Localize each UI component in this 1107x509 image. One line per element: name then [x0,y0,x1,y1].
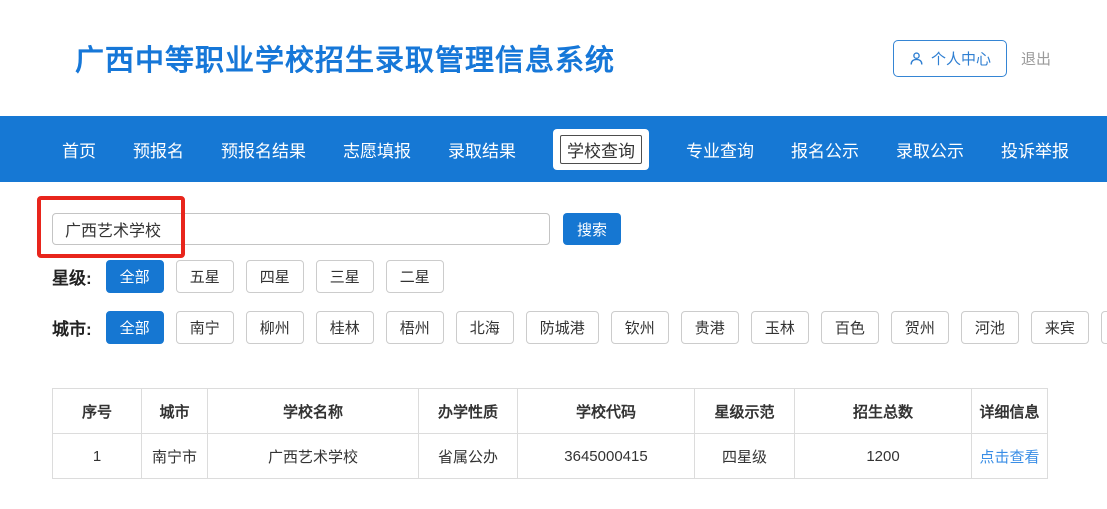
filter-chip[interactable]: 防城港 [526,311,599,344]
header: 广西中等职业学校招生录取管理信息系统 个人中心 退出 [0,0,1107,116]
filter-chip[interactable]: 钦州 [611,311,669,344]
table-header-cell: 城市 [142,389,208,434]
nav-item[interactable]: 录取结果 [448,137,516,162]
table-cell: 1200 [795,434,972,479]
table-cell: 南宁市 [142,434,208,479]
table-cell: 省属公办 [419,434,518,479]
nav-item[interactable]: 报名公示 [791,137,859,162]
user-icon [909,51,924,66]
filter-chip[interactable]: 三星 [316,260,374,293]
profile-center-button[interactable]: 个人中心 [893,40,1007,77]
results-table: 序号城市学校名称办学性质学校代码星级示范招生总数详细信息 1南宁市广西艺术学校省… [52,388,1048,479]
profile-center-label: 个人中心 [931,48,991,69]
search-row: 搜索 [52,213,1107,245]
nav-item-label: 学校查询 [560,135,642,164]
nav-item[interactable]: 首页 [62,137,96,162]
filter-chip[interactable]: 梧州 [386,311,444,344]
nav-item-label: 预报名 [133,142,184,161]
nav-item-label: 志愿填报 [343,142,411,161]
filter-chip[interactable]: 五星 [176,260,234,293]
table-header-cell: 办学性质 [419,389,518,434]
table-header-cell: 详细信息 [972,389,1048,434]
nav-item[interactable]: 投诉举报 [1001,137,1069,162]
nav-item-label: 录取结果 [448,142,516,161]
table-header-cell: 星级示范 [695,389,795,434]
table-header-row: 序号城市学校名称办学性质学校代码星级示范招生总数详细信息 [53,389,1048,434]
detail-link[interactable]: 点击查看 [979,449,1039,466]
nav-item[interactable]: 志愿填报 [343,137,411,162]
filter-chip[interactable]: 全部 [106,260,164,293]
filter-chip[interactable]: 桂林 [316,311,374,344]
nav-bar: 首页 预报名 预报名结果 志愿填报 录取结果 学校查询 专业查询 报名公示 录取公示 投诉举报 [0,116,1107,182]
city-filter-options: 全部南宁柳州桂林梧州北海防城港钦州贵港玉林百色贺州河池来宾崇左 [106,311,1107,344]
star-filter-label: 星级: [52,264,92,289]
filter-chip[interactable]: 柳州 [246,311,304,344]
search-button[interactable]: 搜索 [563,213,621,245]
star-filter-row: 星级: 全部五星四星三星二星 [52,260,1107,293]
filter-chip[interactable]: 百色 [821,311,879,344]
table-cell: 广西艺术学校 [208,434,419,479]
city-filter-row: 城市: 全部南宁柳州桂林梧州北海防城港钦州贵港玉林百色贺州河池来宾崇左 [52,311,1107,344]
nav-item-label: 投诉举报 [1001,142,1069,161]
filter-chip[interactable]: 全部 [106,311,164,344]
filter-chip[interactable]: 崇左 [1101,311,1107,344]
nav-item-label: 专业查询 [686,142,754,161]
nav-item-label: 首页 [62,142,96,161]
table-cell: 1 [53,434,142,479]
filter-chip[interactable]: 玉林 [751,311,809,344]
table-cell: 3645000415 [518,434,695,479]
city-filter-label: 城市: [52,315,92,340]
table-header-cell: 招生总数 [795,389,972,434]
filter-chip[interactable]: 南宁 [176,311,234,344]
table-cell-detail: 点击查看 [972,434,1048,479]
table-body: 1南宁市广西艺术学校省属公办3645000415四星级1200 点击查看 [53,434,1048,479]
nav-item-label: 录取公示 [896,142,964,161]
filter-chip[interactable]: 四星 [246,260,304,293]
school-search-input[interactable] [52,213,550,245]
table-header-cell: 序号 [53,389,142,434]
filter-chip[interactable]: 河池 [961,311,1019,344]
table-header-cell: 学校名称 [208,389,419,434]
nav-item[interactable]: 预报名 [133,137,184,162]
nav-item[interactable]: 录取公示 [896,137,964,162]
filter-chip[interactable]: 贵港 [681,311,739,344]
page-title: 广西中等职业学校招生录取管理信息系统 [75,37,893,79]
main-content: 搜索 星级: 全部五星四星三星二星 城市: 全部南宁柳州桂林梧州北海防城港钦州贵… [0,213,1107,479]
table-row: 1南宁市广西艺术学校省属公办3645000415四星级1200 点击查看 [53,434,1048,479]
filter-chip[interactable]: 二星 [386,260,444,293]
nav-item[interactable]: 专业查询 [686,137,754,162]
nav-item-label: 报名公示 [791,142,859,161]
nav-item-active[interactable]: 学校查询 [553,129,649,170]
logout-link[interactable]: 退出 [1021,48,1051,69]
nav-item[interactable]: 预报名结果 [221,137,306,162]
filter-chip[interactable]: 北海 [456,311,514,344]
results-table-wrap: 序号城市学校名称办学性质学校代码星级示范招生总数详细信息 1南宁市广西艺术学校省… [52,388,1107,479]
nav-item-label: 预报名结果 [221,142,306,161]
filter-chip[interactable]: 贺州 [891,311,949,344]
filter-chip[interactable]: 来宾 [1031,311,1089,344]
page: 广西中等职业学校招生录取管理信息系统 个人中心 退出 首页 预报名 预报名结果 志愿填… [0,0,1107,509]
table-cell: 四星级 [695,434,795,479]
table-header-cell: 学校代码 [518,389,695,434]
star-filter-options: 全部五星四星三星二星 [106,260,456,293]
